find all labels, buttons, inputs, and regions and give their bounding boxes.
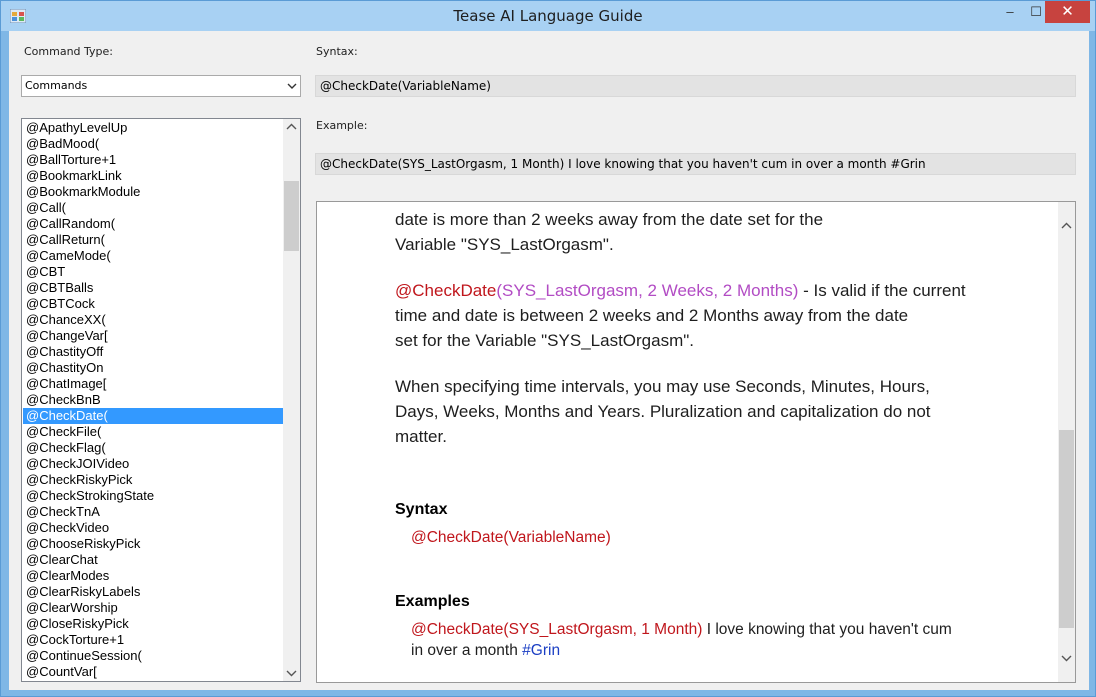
scroll-up-icon[interactable] <box>283 119 300 136</box>
scroll-thumb[interactable] <box>1059 430 1074 628</box>
list-item[interactable]: @CallReturn( <box>23 232 283 248</box>
list-item[interactable]: @CockTorture+1 <box>23 632 283 648</box>
doc-line: Variable "SYS_LastOrgasm". <box>395 235 614 254</box>
list-item[interactable]: @CBTBalls <box>23 280 283 296</box>
close-button[interactable]: ✕ <box>1045 1 1090 23</box>
example-hashtag: #Grin <box>522 642 561 659</box>
list-item[interactable]: @CheckTnA <box>23 504 283 520</box>
list-item[interactable]: @ClearWorship <box>23 600 283 616</box>
doc-line: matter. <box>395 427 447 446</box>
window-title: Tease AI Language Guide <box>453 7 643 25</box>
example-field[interactable]: @CheckDate(SYS_LastOrgasm, 1 Month) I lo… <box>315 153 1076 175</box>
list-item[interactable]: @CheckStrokingState <box>23 488 283 504</box>
list-item[interactable]: @CheckVideo <box>23 520 283 536</box>
syntax-field[interactable]: @CheckDate(VariableName) <box>315 75 1076 97</box>
scroll-down-icon[interactable] <box>283 664 300 681</box>
list-item[interactable]: @BadMood( <box>23 136 283 152</box>
app-window: Tease AI Language Guide – ☐ ✕ Command Ty… <box>0 0 1096 697</box>
scroll-up-icon[interactable] <box>1058 218 1075 235</box>
list-item[interactable]: @ChanceXX( <box>23 312 283 328</box>
list-item[interactable]: @CheckDate( <box>23 408 283 424</box>
doc-line: date is more than 2 weeks away from the … <box>395 210 824 229</box>
list-item[interactable]: @ChooseRiskyPick <box>23 536 283 552</box>
list-item[interactable]: @ClearRiskyLabels <box>23 584 283 600</box>
list-item[interactable]: @CBTCock <box>23 296 283 312</box>
doc-line: time and date is between 2 weeks and 2 M… <box>395 306 909 325</box>
list-item[interactable]: @ChangeVar[ <box>23 328 283 344</box>
list-item[interactable]: @Call( <box>23 200 283 216</box>
example-text: in over a month <box>411 642 523 659</box>
doc-paragraph-range: @CheckDate(SYS_LastOrgasm, 2 Weeks, 2 Mo… <box>395 278 995 303</box>
command-list-items: @ApathyLevelUp @BadMood(@BallTorture+1 @Bo… <box>23 120 283 680</box>
syntax-code: @CheckDate(VariableName) <box>411 529 611 546</box>
list-item[interactable]: @CheckBnB <box>23 392 283 408</box>
command-keyword: @CheckDate <box>395 281 497 300</box>
doc-line: Days, Weeks, Months and Years. Pluraliza… <box>395 402 931 421</box>
command-arguments: (SYS_LastOrgasm, 2 Weeks, 2 Months) <box>496 281 799 300</box>
title-bar[interactable]: Tease AI Language Guide – ☐ ✕ <box>1 1 1095 31</box>
list-item[interactable]: @CloseRiskyPick <box>23 616 283 632</box>
list-item[interactable]: @CheckRiskyPick <box>23 472 283 488</box>
list-item[interactable]: @BookmarkLink <box>23 168 283 184</box>
documentation-scrollbar[interactable] <box>1058 202 1075 682</box>
example-code: @CheckDate(SYS_LastOrgasm, 1 Month) I lo… <box>411 619 971 661</box>
list-item[interactable]: @CheckFile( <box>23 424 283 440</box>
list-item[interactable]: @ChatImage[ <box>23 376 283 392</box>
list-item[interactable]: @CheckFlag( <box>23 440 283 456</box>
example-label: Example: <box>316 119 368 132</box>
minimize-button[interactable]: – <box>997 1 1023 23</box>
example-text: I love knowing that you haven't cum <box>702 621 952 638</box>
list-item[interactable]: @ChastityOn <box>23 360 283 376</box>
list-item[interactable]: @CountVar[ <box>23 664 283 680</box>
list-item[interactable]: @ClearModes <box>23 568 283 584</box>
doc-line: When specifying time intervals, you may … <box>395 377 930 396</box>
scroll-thumb[interactable] <box>284 181 299 251</box>
doc-text: - Is valid if the current <box>798 281 966 300</box>
chevron-down-icon[interactable] <box>287 81 297 91</box>
example-command: @CheckDate(SYS_LastOrgasm, 1 Month) <box>411 621 703 638</box>
list-item[interactable]: @ClearChat <box>23 552 283 568</box>
command-type-value: Commands <box>25 79 88 92</box>
examples-heading: Examples <box>395 593 470 610</box>
client-area: Command Type: Commands @ApathyLevelUp @Ba… <box>9 31 1089 690</box>
list-item[interactable]: @CameMode( <box>23 248 283 264</box>
syntax-label: Syntax: <box>316 45 358 58</box>
doc-line: set for the Variable "SYS_LastOrgasm". <box>395 331 695 350</box>
list-item[interactable]: @CBT <box>23 264 283 280</box>
scroll-down-icon[interactable] <box>1058 649 1075 666</box>
command-type-label: Command Type: <box>24 45 114 58</box>
list-item[interactable]: @ContinueSession( <box>23 648 283 664</box>
command-type-dropdown[interactable]: Commands <box>21 75 301 97</box>
list-item[interactable]: @BookmarkModule <box>23 184 283 200</box>
syntax-heading: Syntax <box>395 501 448 518</box>
list-item[interactable]: @CheckJOIVideo <box>23 456 283 472</box>
command-list[interactable]: @ApathyLevelUp @BadMood(@BallTorture+1 @Bo… <box>21 118 301 682</box>
command-list-scrollbar[interactable] <box>283 119 300 681</box>
list-item[interactable]: @ChastityOff <box>23 344 283 360</box>
documentation-viewer[interactable]: date is more than 2 weeks away from the … <box>316 201 1076 683</box>
list-item[interactable]: @BallTorture+1 <box>23 152 283 168</box>
list-item[interactable]: @ApathyLevelUp <box>23 120 283 136</box>
list-item[interactable]: @CallRandom( <box>23 216 283 232</box>
